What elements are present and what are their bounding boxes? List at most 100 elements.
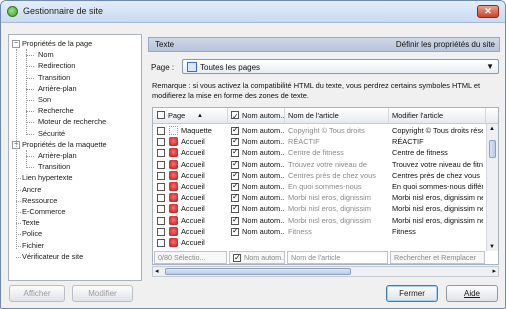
row-select-checkbox[interactable] xyxy=(157,149,165,158)
row-auto-name-checkbox[interactable] xyxy=(231,203,239,214)
table-row[interactable]: Accueil Nom autom... Morbi nisl eros, dign… xyxy=(153,203,483,214)
home-page-icon xyxy=(169,182,178,191)
table-row[interactable]: Accueil Nom autom... En quoi sommes-nous En… xyxy=(153,181,483,192)
show-button[interactable]: Afficher xyxy=(9,285,65,302)
row-edit-article[interactable]: En quoi sommes-nous différen xyxy=(392,182,483,192)
row-select-checkbox[interactable] xyxy=(157,227,165,236)
horizontal-scroll-thumb[interactable] xyxy=(165,268,351,275)
row-auto-name-checkbox[interactable] xyxy=(231,170,239,180)
table-row[interactable]: Accueil Nom autom... Morbi nisl eros, dign… xyxy=(153,215,483,226)
column-header-auto-name[interactable]: Nom autom... xyxy=(228,108,285,124)
tree-item[interactable]: Lien hypertexte xyxy=(22,173,73,183)
modify-button[interactable]: Modifier xyxy=(72,285,133,302)
select-all-checkbox[interactable] xyxy=(157,111,165,119)
page-filter-select[interactable]: Toutes les pages ▼ xyxy=(182,59,499,74)
row-select-checkbox[interactable] xyxy=(157,216,165,225)
column-header-page[interactable]: Page ▲ xyxy=(153,108,228,124)
tree-connector xyxy=(26,77,34,79)
tree-item[interactable]: Police xyxy=(22,229,42,239)
tree-item[interactable]: Sécurité xyxy=(38,129,65,139)
row-edit-article[interactable]: Trouvez votre niveau de fitne xyxy=(392,160,483,170)
scroll-down-icon[interactable]: ▼ xyxy=(489,244,495,250)
row-edit-article[interactable]: Morbi nisl eros, dignissim nec, xyxy=(392,193,483,203)
tree-item[interactable]: Recherche xyxy=(38,106,74,116)
row-select-checkbox[interactable] xyxy=(157,239,165,247)
tree-item[interactable]: Transition xyxy=(38,73,70,83)
auto-name-filter[interactable]: Nom autom... xyxy=(229,251,285,264)
row-edit-article[interactable] xyxy=(392,238,483,248)
tree-item[interactable]: Moteur de recherche xyxy=(38,117,106,127)
tree-item[interactable]: Vérificateur de site xyxy=(22,252,83,262)
row-auto-name-checkbox[interactable] xyxy=(231,192,239,203)
row-auto-name-checkbox[interactable] xyxy=(231,125,239,135)
row-edit-article[interactable]: Morbi nisl eros, dignissim nec, xyxy=(392,216,483,226)
table-row[interactable]: Accueil xyxy=(153,238,483,248)
table-row[interactable]: Accueil Nom autom... Centres près de chez … xyxy=(153,170,483,181)
table-row[interactable]: Accueil Nom autom... Morbi nisl eros, dign… xyxy=(153,192,483,203)
tree-item[interactable]: Son xyxy=(38,95,51,105)
tree-item[interactable]: Nom xyxy=(38,50,54,60)
row-edit-article[interactable]: Copyright © Tous droits réser xyxy=(392,126,483,136)
row-select-checkbox[interactable] xyxy=(157,205,165,214)
scroll-right-icon[interactable]: ▸ xyxy=(492,267,496,275)
tree-item[interactable]: Arrière-plan xyxy=(38,84,77,94)
row-article-name: Trouvez votre niveau de xyxy=(288,159,368,169)
article-name-search-input[interactable]: Nom de l'article xyxy=(287,251,388,264)
row-edit-article[interactable]: Centre de fitness xyxy=(392,148,483,158)
row-edit-article[interactable]: Centres près de chez vous xyxy=(392,171,483,181)
home-page-icon xyxy=(169,137,178,147)
row-select-checkbox[interactable] xyxy=(157,138,165,147)
row-edit-article[interactable]: Fitness xyxy=(392,227,483,237)
row-auto-name-checkbox[interactable] xyxy=(231,136,239,147)
tree-item[interactable]: Ancre xyxy=(22,185,41,195)
table-row[interactable]: Maquette Nom autom... Copyright © Tous dro… xyxy=(153,125,483,136)
close-window-button[interactable]: ✕ xyxy=(477,5,499,18)
tree-item[interactable]: Fichier xyxy=(22,241,44,251)
table-vertical-scrollbar[interactable]: ▲ ▼ xyxy=(486,124,498,251)
vertical-scroll-thumb[interactable] xyxy=(489,140,496,158)
row-article-name: Morbi nisl eros, dignissim xyxy=(288,204,371,214)
auto-name-all-checkbox[interactable] xyxy=(231,109,239,124)
tree-item[interactable]: Redirection xyxy=(38,61,75,71)
tree-item[interactable]: Texte xyxy=(22,218,40,228)
row-select-checkbox[interactable] xyxy=(157,160,165,169)
row-edit-article[interactable]: RÉACTIF xyxy=(392,137,483,147)
column-header-page-label: Page xyxy=(168,111,186,120)
navigation-tree[interactable]: − Propriétés de la page Nom Redirection Tran… xyxy=(8,34,142,281)
row-auto-name-checkbox[interactable] xyxy=(231,181,239,191)
table-row[interactable]: Accueil Nom autom... Centre de fitness Cent… xyxy=(153,147,483,158)
tree-item[interactable]: Ressource xyxy=(22,196,57,206)
scroll-up-icon[interactable]: ▲ xyxy=(489,126,495,132)
row-select-checkbox[interactable] xyxy=(157,194,165,203)
row-select-checkbox[interactable] xyxy=(157,183,165,191)
table-row[interactable]: Accueil Nom autom... Trouvez votre niveau … xyxy=(153,159,483,170)
help-button[interactable]: Aide xyxy=(446,285,498,302)
auto-name-filter-checkbox[interactable] xyxy=(233,252,241,263)
table-horizontal-scrollbar[interactable]: ◂ ▸ xyxy=(152,266,499,277)
tree-item[interactable]: Arrière-plan xyxy=(38,151,77,161)
table-row[interactable]: Accueil Nom autom... RÉACTIF RÉACTIF xyxy=(153,136,483,147)
row-select-checkbox[interactable] xyxy=(157,127,165,135)
row-page-name: Accueil xyxy=(181,159,205,169)
row-select-checkbox[interactable] xyxy=(157,171,165,180)
tree-item[interactable]: Propriétés de la maquette xyxy=(22,140,107,150)
tree-item[interactable]: Transition xyxy=(38,162,70,172)
column-header-edit-article[interactable]: Modifier l'article xyxy=(389,108,486,124)
row-article-name xyxy=(288,238,387,248)
search-replace-field[interactable]: Rechercher et Remplacer xyxy=(390,251,485,264)
tree-item[interactable]: E-Commerce xyxy=(22,207,66,217)
row-auto-name-checkbox[interactable] xyxy=(231,215,239,225)
row-article-name: Morbi nisl eros, dignissim xyxy=(288,215,371,225)
tree-item[interactable]: Propriétés de la page xyxy=(22,39,92,49)
close-button[interactable]: Fermer xyxy=(386,285,438,302)
scroll-left-icon[interactable]: ◂ xyxy=(155,267,159,275)
row-auto-name-checkbox[interactable] xyxy=(231,147,239,158)
table-row[interactable]: Accueil Nom autom... Fitness Fitness xyxy=(153,226,483,237)
row-article-name: Copyright © Tous droits xyxy=(288,126,365,135)
page-selection-filter[interactable]: 0/80 Sélectio... xyxy=(154,251,227,264)
column-header-article-name[interactable]: Nom de l'article xyxy=(285,108,389,124)
row-auto-name-checkbox[interactable] xyxy=(231,226,239,236)
row-edit-article[interactable]: Morbi nisl eros, dignissim nec, xyxy=(392,204,483,214)
tree-collapse-toggle[interactable]: − xyxy=(12,40,20,48)
row-auto-name-checkbox[interactable] xyxy=(231,159,239,169)
